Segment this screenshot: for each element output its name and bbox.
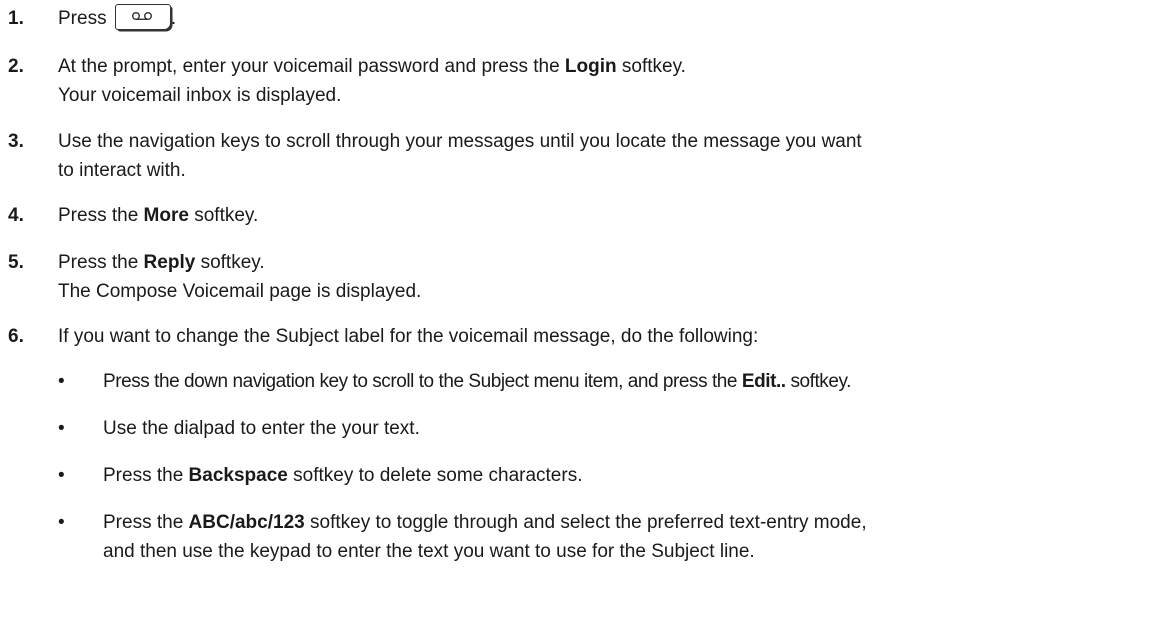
softkey-name: Edit.. <box>741 371 786 392</box>
bullet-marker: • <box>58 465 65 486</box>
step-number: 6. <box>8 326 24 347</box>
softkey-name: ABC/abc/123 <box>188 512 305 533</box>
step-number: 5. <box>8 252 24 273</box>
step-text: At the prompt, enter your voicemail pass… <box>58 56 686 77</box>
softkey-name: Reply <box>143 252 196 273</box>
bullet-marker: • <box>58 418 65 439</box>
bullet-marker: • <box>58 512 65 533</box>
softkey-name: More <box>143 205 189 226</box>
step-number: 2. <box>8 56 24 77</box>
step-text: Use the navigation keys to scroll throug… <box>58 131 862 152</box>
step-text-end: . <box>170 8 177 29</box>
bullet-text-cont: and then use the keypad to enter the tex… <box>103 541 755 562</box>
step-text-cont: to interact with. <box>58 160 186 181</box>
step-number: 1. <box>8 8 24 29</box>
step-text: If you want to change the Subject label … <box>58 326 759 347</box>
bullet-text: Press the Backspace softkey to delete so… <box>103 465 583 486</box>
voicemail-key-icon <box>114 4 171 30</box>
bullet-text: Press the down navigation key to scroll … <box>103 371 851 392</box>
step-text: Press the More softkey. <box>58 205 259 226</box>
step-result: Your voicemail inbox is displayed. <box>58 85 342 106</box>
softkey-name: Login <box>564 56 617 77</box>
bullet-marker: • <box>58 371 65 392</box>
bullet-text: Press the ABC/abc/123 softkey to toggle … <box>103 508 1168 566</box>
step-result: The Compose Voicemail page is displayed. <box>58 281 422 302</box>
bullet-text: Use the dialpad to enter the your text. <box>103 418 420 439</box>
step-text: Press the Reply softkey. <box>58 252 265 273</box>
step-number: 4. <box>8 205 24 226</box>
softkey-name: Backspace <box>188 465 288 486</box>
step-text: Press <box>58 8 107 29</box>
step-number: 3. <box>8 131 24 152</box>
